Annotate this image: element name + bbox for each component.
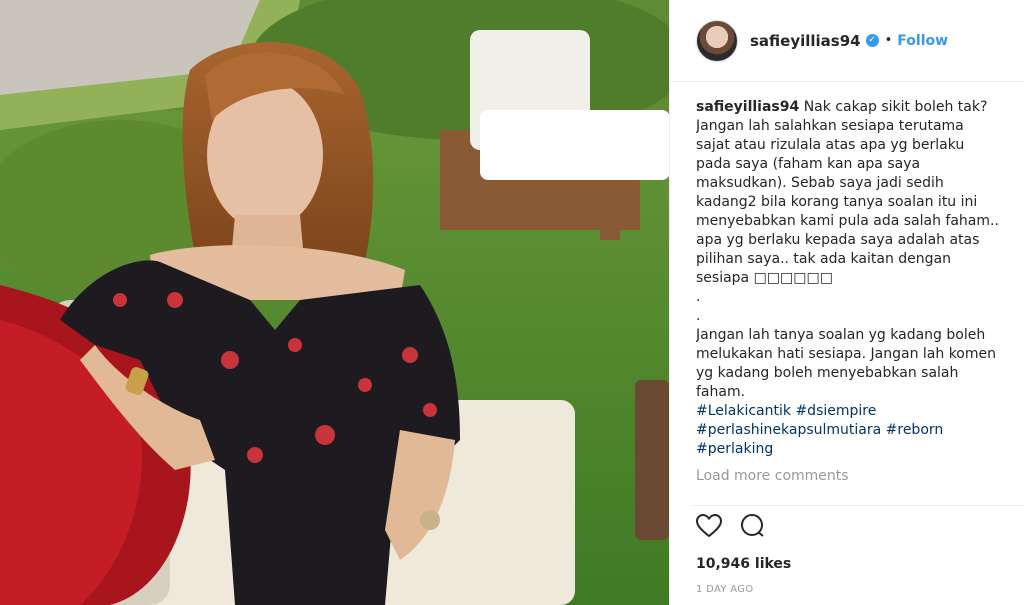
divider bbox=[692, 505, 1024, 506]
caption-dot: . bbox=[696, 289, 701, 305]
post-side-panel: safieyillias94 ✓ • Follow safieyillias94… bbox=[669, 0, 1024, 605]
timestamp[interactable]: 1 DAY AGO bbox=[696, 584, 753, 595]
verified-badge-icon: ✓ bbox=[865, 34, 879, 47]
follow-button[interactable]: Follow bbox=[897, 33, 948, 49]
load-more-comments-button[interactable]: Load more comments bbox=[696, 467, 1001, 486]
avatar[interactable] bbox=[696, 19, 738, 62]
likes-count[interactable]: 10,946 likes bbox=[696, 556, 791, 572]
caption-text-2: Jangan lah tanya soalan yg kadang boleh … bbox=[696, 327, 1001, 400]
hashtag-line[interactable]: #Lelakicantik #dsiempire bbox=[696, 402, 1001, 421]
caption-dot: . bbox=[696, 308, 701, 324]
post-photo[interactable] bbox=[0, 0, 669, 605]
comment-icon[interactable] bbox=[740, 514, 766, 538]
caption-text: Nak cakap sikit boleh tak? Jangan lah sa… bbox=[696, 99, 999, 286]
instagram-post: safieyillias94 ✓ • Follow safieyillias94… bbox=[0, 0, 1024, 605]
heart-icon[interactable] bbox=[696, 514, 722, 538]
header-separator: • bbox=[884, 33, 893, 48]
post-header: safieyillias94 ✓ • Follow bbox=[670, 0, 1024, 82]
caption-author-link[interactable]: safieyillias94 bbox=[696, 99, 799, 115]
caption: safieyillias94 Nak cakap sikit boleh tak… bbox=[696, 98, 1001, 288]
comments-section: safieyillias94 Nak cakap sikit boleh tak… bbox=[696, 98, 1001, 508]
post-actions bbox=[696, 514, 766, 538]
username-link[interactable]: safieyillias94 bbox=[750, 32, 861, 50]
hashtag-line[interactable]: #perlaking bbox=[696, 440, 1001, 459]
post-photo-image bbox=[0, 0, 669, 605]
hashtag-line[interactable]: #perlashinekapsulmutiara #reborn bbox=[696, 421, 1001, 440]
